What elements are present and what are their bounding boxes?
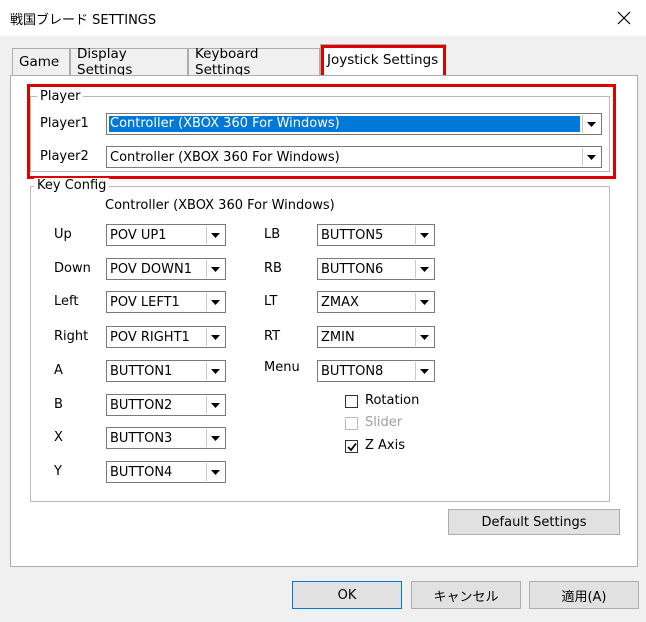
tab-game[interactable]: Game — [12, 48, 70, 75]
key-select-a[interactable]: BUTTON1 — [106, 360, 226, 382]
chevron-down-icon[interactable] — [206, 328, 224, 346]
rotation-label: Rotation — [365, 393, 420, 408]
key-value-right: POV RIGHT1 — [110, 329, 190, 345]
chevron-down-icon[interactable] — [206, 396, 224, 414]
z-axis-checkbox[interactable] — [345, 440, 358, 453]
key-label-rb: RB — [264, 261, 282, 276]
key-label-b: B — [54, 397, 63, 412]
key-select-menu[interactable]: BUTTON8 — [317, 360, 435, 382]
key-value-rt: ZMIN — [321, 329, 355, 345]
key-value-left: POV LEFT1 — [110, 294, 180, 310]
key-label-up: Up — [54, 227, 72, 242]
key-value-y: BUTTON4 — [110, 464, 173, 480]
key-value-b: BUTTON2 — [110, 397, 173, 413]
key-label-down: Down — [54, 261, 91, 276]
slider-label: Slider — [365, 415, 403, 430]
key-label-menu: Menu — [264, 360, 300, 375]
tab-highlight-box — [321, 45, 446, 78]
key-label-lt: LT — [264, 294, 278, 309]
key-label-lb: LB — [264, 227, 281, 242]
chevron-down-icon[interactable] — [206, 362, 224, 380]
apply-button[interactable]: 適用(A) — [529, 581, 639, 609]
key-value-rb: BUTTON6 — [321, 261, 384, 277]
key-select-x[interactable]: BUTTON3 — [106, 427, 226, 449]
chevron-down-icon[interactable] — [206, 260, 224, 278]
slider-checkbox[interactable] — [345, 417, 358, 430]
key-select-b[interactable]: BUTTON2 — [106, 394, 226, 416]
key-value-lb: BUTTON5 — [321, 227, 384, 243]
chevron-down-icon[interactable] — [206, 463, 224, 481]
chevron-down-icon[interactable] — [415, 293, 433, 311]
tab-display-settings[interactable]: Display Settings — [70, 46, 188, 78]
close-icon — [617, 11, 631, 25]
chevron-down-icon[interactable] — [206, 293, 224, 311]
chevron-down-icon[interactable] — [206, 429, 224, 447]
key-select-right[interactable]: POV RIGHT1 — [106, 326, 226, 348]
key-value-up: POV UP1 — [110, 227, 167, 243]
checkmark-icon — [346, 442, 357, 451]
chevron-down-icon[interactable] — [415, 328, 433, 346]
key-label-x: X — [54, 430, 63, 445]
key-select-rt[interactable]: ZMIN — [317, 326, 435, 348]
chevron-down-icon[interactable] — [415, 226, 433, 244]
key-select-y[interactable]: BUTTON4 — [106, 461, 226, 483]
cancel-button[interactable]: キャンセル — [411, 581, 521, 609]
chevron-down-icon[interactable] — [206, 226, 224, 244]
key-select-rb[interactable]: BUTTON6 — [317, 258, 435, 280]
key-select-lb[interactable]: BUTTON5 — [317, 224, 435, 246]
chevron-down-icon[interactable] — [415, 362, 433, 380]
tab-keyboard-settings[interactable]: Keyboard Settings — [188, 46, 320, 78]
key-value-down: POV DOWN1 — [110, 261, 192, 277]
controller-name: Controller (XBOX 360 For Windows) — [105, 198, 335, 213]
key-label-rt: RT — [264, 329, 281, 344]
key-value-x: BUTTON3 — [110, 430, 173, 446]
key-select-lt[interactable]: ZMAX — [317, 291, 435, 313]
chevron-down-icon[interactable] — [415, 260, 433, 278]
key-label-left: Left — [54, 294, 79, 309]
z-axis-label: Z Axis — [365, 438, 406, 453]
key-select-up[interactable]: POV UP1 — [106, 224, 226, 246]
close-button[interactable] — [608, 4, 640, 32]
window-title: 戦国ブレード SETTINGS — [10, 13, 157, 28]
default-settings-button[interactable]: Default Settings — [448, 509, 620, 535]
key-label-a: A — [54, 363, 63, 378]
key-select-left[interactable]: POV LEFT1 — [106, 291, 226, 313]
key-label-y: Y — [54, 464, 62, 479]
key-config-label: Key Config — [34, 178, 110, 193]
rotation-checkbox[interactable] — [345, 395, 358, 408]
key-value-a: BUTTON1 — [110, 363, 173, 379]
key-value-menu: BUTTON8 — [321, 363, 384, 379]
ok-button[interactable]: OK — [292, 581, 402, 609]
player-highlight-box — [27, 84, 616, 179]
key-value-lt: ZMAX — [321, 294, 359, 310]
key-label-right: Right — [54, 329, 89, 344]
key-select-down[interactable]: POV DOWN1 — [106, 258, 226, 280]
